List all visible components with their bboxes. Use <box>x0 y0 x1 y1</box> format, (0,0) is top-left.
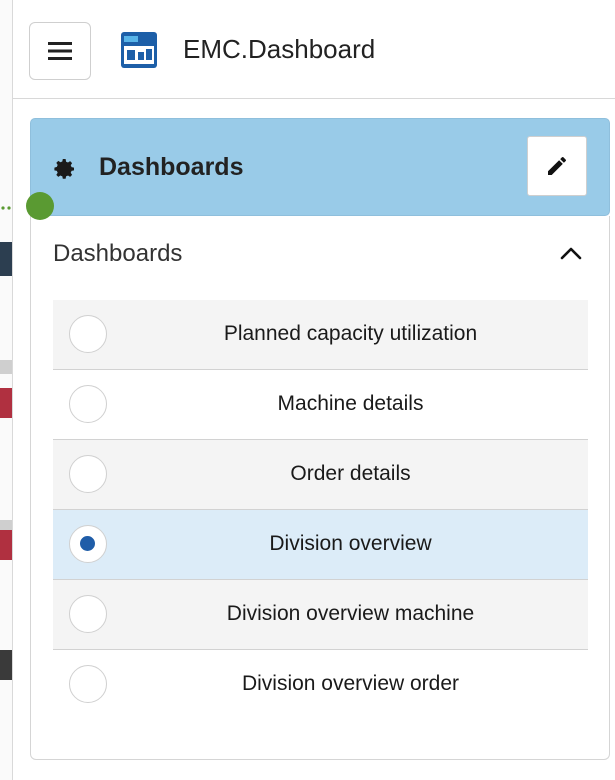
dashboard-option-division-overview-machine[interactable]: Division overview machine <box>53 580 588 650</box>
gear-icon <box>54 159 74 179</box>
radio-button[interactable] <box>69 665 107 703</box>
hamburger-menu-button[interactable] <box>29 22 91 80</box>
dashboard-option-division-overview-order[interactable]: Division overview order <box>53 650 588 720</box>
dashboard-list: Planned capacity utilization Machine det… <box>53 300 588 720</box>
edit-dashboards-button[interactable] <box>527 136 587 196</box>
dashboard-option-division-overview[interactable]: Division overview <box>53 510 588 580</box>
chevron-up-icon[interactable] <box>557 240 585 268</box>
app-title: EMC.Dashboard <box>183 34 376 64</box>
hamburger-menu-icon <box>48 42 72 60</box>
dashboard-option-label: Division overview <box>269 532 432 555</box>
dashboard-option-planned-capacity-utilization[interactable]: Planned capacity utilization <box>53 300 588 370</box>
dashboard-option-label: Planned capacity utilization <box>223 322 478 345</box>
dashboard-option-machine-details[interactable]: Machine details <box>53 370 588 440</box>
radio-button[interactable] <box>69 385 107 423</box>
dashboards-header: Dashboards <box>30 118 610 216</box>
pencil-icon <box>548 157 566 175</box>
emc-logo-icon <box>121 32 157 68</box>
dashboards-card: Dashboards Planned capacity utilization … <box>30 216 610 760</box>
dashboard-option-label: Machine details <box>277 392 424 415</box>
dashboard-option-label: Division overview machine <box>226 602 475 625</box>
background-screenshot-strip <box>0 0 12 780</box>
radio-button[interactable] <box>69 455 107 493</box>
dashboard-option-label: Order details <box>290 462 411 485</box>
radio-button[interactable] <box>69 595 107 633</box>
callout-marker-dot <box>26 192 54 220</box>
dashboard-option-label: Division overview order <box>241 672 460 695</box>
dashboards-header-title: Dashboards <box>99 153 244 181</box>
app-panel: EMC.Dashboard Dashboards Dashboards Plan… <box>12 0 615 780</box>
dashboard-option-order-details[interactable]: Order details <box>53 440 588 510</box>
top-bar: EMC.Dashboard <box>13 0 615 99</box>
radio-button[interactable] <box>69 315 107 353</box>
dashboards-section-title: Dashboards <box>53 240 183 267</box>
radio-button-selected[interactable] <box>69 525 107 563</box>
